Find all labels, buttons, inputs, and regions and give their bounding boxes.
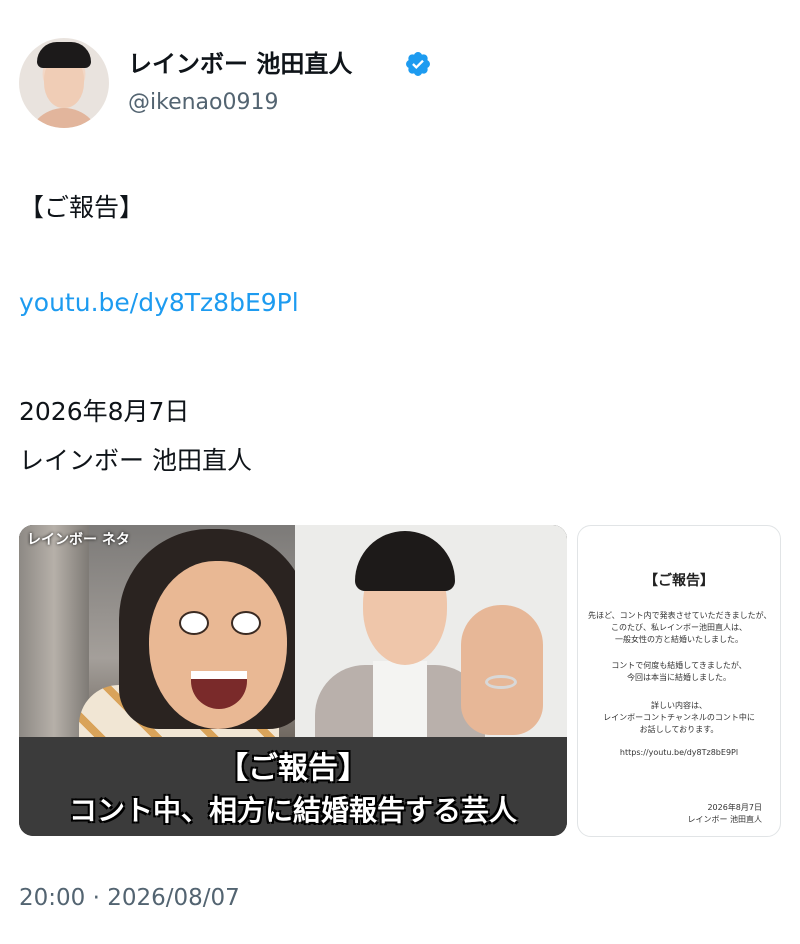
media-document-image[interactable]: 【ご報告】 先ほど、コント内で発表させていただきましたが、 このたび、私レインボ… [577,525,781,837]
doc-line: レインボーコントチャンネルのコント中に [603,713,755,722]
media-video-thumbnail[interactable]: レインボー ネタ 【ご報告】 コント中、相方に結婚報告する芸人 [19,525,567,836]
doc-link: https://youtu.be/dy8Tz8bE9Pl [619,748,739,757]
video-corner-tag: レインボー ネタ [27,532,130,548]
display-name[interactable]: レインボー 池田直人 [128,44,352,79]
tweet-timestamp[interactable]: 20:00 · 2026/08/07 [19,885,240,911]
eye [231,611,261,635]
shirt-collar [373,661,427,747]
avatar-hair [37,42,91,68]
thumbnail-left-panel: レインボー ネタ [19,525,309,747]
man-hair [355,531,455,591]
video-caption-title: 【ご報告】 [218,751,368,786]
doc-line: 今回は本当に結婚しました。 [627,673,731,682]
doc-signature-date: 2026年8月7日 [707,803,762,812]
tweet-text-line: 2026年8月7日 [19,397,190,426]
doc-line: お話ししております。 [639,725,719,734]
tweet-link[interactable]: youtu.be/dy8Tz8bE9Pl [19,288,299,317]
doc-line: このたび、私レインボー池田直人は、 [611,623,747,632]
doc-line: 先ほど、コント内で発表させていただきましたが、 [588,611,770,620]
tweet-text-line: 【ご報告】 [19,193,145,222]
hand-with-ring [461,605,543,735]
doc-title: 【ご報告】 [644,573,714,589]
user-handle[interactable]: @ikenao0919 [128,90,278,115]
avatar[interactable] [19,38,109,128]
ring-icon [485,675,517,689]
thumbnail-right-panel [295,525,567,747]
eye [179,611,209,635]
doc-signature-name: レインボー 池田直人 [687,815,762,824]
video-caption-subtitle: コント中、相方に結婚報告する芸人 [68,794,517,827]
doc-line: 一般女性の方と結婚いたしました。 [615,635,743,644]
avatar-shoulders [27,108,101,128]
doc-line: コントで何度も結婚してきましたが、 [611,661,747,670]
curtain-background [19,525,89,747]
comedian-face [149,561,287,729]
verified-badge-icon [406,52,430,76]
mouth [191,671,247,709]
tweet-text-line: レインボー 池田直人 [19,446,252,475]
doc-line: 詳しい内容は、 [651,701,707,710]
